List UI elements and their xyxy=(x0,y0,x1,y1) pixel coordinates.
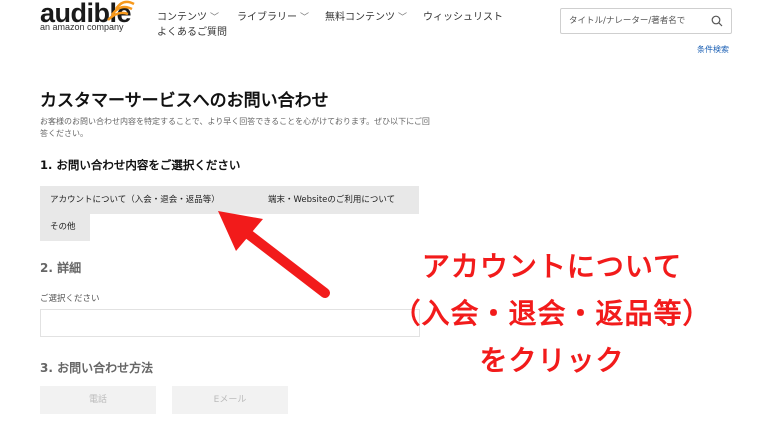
callout-line3: をクリック xyxy=(479,344,625,377)
callout-line1: アカウントについて xyxy=(421,250,683,283)
callout-line2: （入会・退会・返品等） xyxy=(392,297,712,330)
